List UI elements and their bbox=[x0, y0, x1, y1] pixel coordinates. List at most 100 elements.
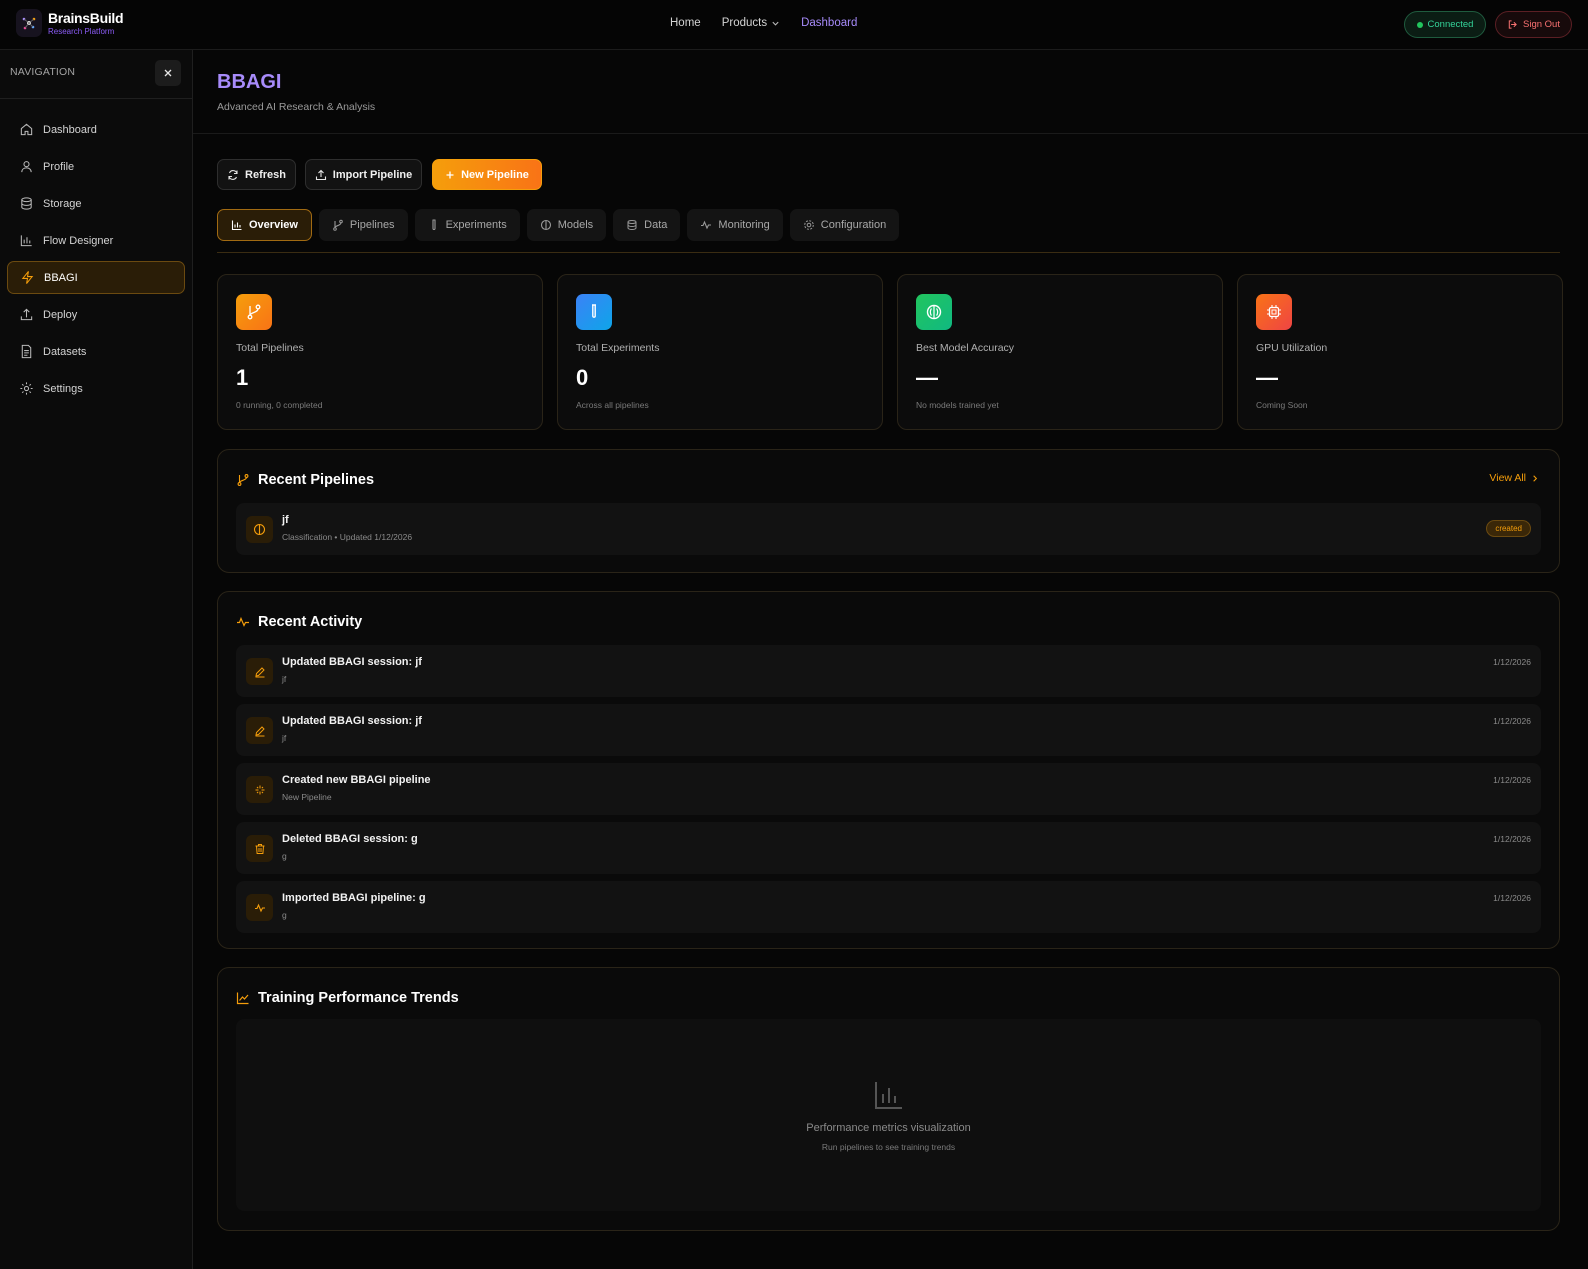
tab-label: Pipelines bbox=[349, 219, 395, 231]
sidebar-items: Dashboard Profile Storage Flow Designer … bbox=[0, 99, 192, 405]
stat-value: — bbox=[1256, 365, 1278, 390]
card-title-label: Training Performance Trends bbox=[258, 990, 459, 1006]
activity-sub: jf bbox=[282, 674, 287, 684]
new-pipeline-label: New Pipeline bbox=[461, 168, 529, 181]
file-icon bbox=[21, 344, 32, 359]
activity-sub: jf bbox=[282, 733, 287, 743]
stat-value: 1 bbox=[236, 365, 249, 390]
sign-out-label: Sign Out bbox=[1523, 19, 1560, 30]
brand-logo-icon bbox=[16, 9, 42, 37]
tab-configuration[interactable]: Configuration bbox=[789, 209, 900, 241]
activity-icon bbox=[701, 220, 712, 230]
recent-pipelines-title: Recent Pipelines bbox=[236, 472, 374, 488]
sidebar-header: NAVIGATION bbox=[0, 50, 192, 99]
database-icon bbox=[21, 197, 32, 210]
refresh-label: Refresh bbox=[245, 168, 286, 181]
connection-status-label: Connected bbox=[1427, 19, 1474, 30]
main-content: BBAGI Advanced AI Research & Analysis Re… bbox=[193, 50, 1588, 1269]
header-divider bbox=[193, 133, 1588, 134]
user-icon bbox=[21, 161, 32, 173]
new-pipeline-button[interactable]: New Pipeline bbox=[432, 159, 542, 190]
sidebar-item-bbagi[interactable]: BBAGI bbox=[7, 261, 185, 294]
bar-chart-icon bbox=[20, 235, 32, 247]
bar-chart-icon bbox=[875, 1082, 902, 1109]
activity-date: 1/12/2026 bbox=[1493, 657, 1531, 667]
view-all-link[interactable]: View All bbox=[1489, 472, 1539, 484]
stat-card-total-pipelines: Total Pipelines 1 0 running, 0 completed bbox=[217, 274, 543, 430]
nav-dashboard-link[interactable]: Dashboard bbox=[801, 17, 857, 29]
nav-products-menu[interactable]: Products bbox=[722, 17, 780, 29]
sidebar-item-dashboard[interactable]: Dashboard bbox=[7, 113, 185, 146]
tab-monitoring[interactable]: Monitoring bbox=[687, 209, 783, 241]
cpu-icon bbox=[1256, 294, 1292, 330]
stat-card-gpu-utilization: GPU Utilization — Coming Soon bbox=[1237, 274, 1563, 430]
activity-row[interactable]: Updated BBAGI session: jf jf 1/12/2026 bbox=[236, 645, 1541, 697]
brand-name: BrainsBuild bbox=[48, 9, 124, 26]
refresh-button[interactable]: Refresh bbox=[217, 159, 296, 190]
tab-pipelines[interactable]: Pipelines bbox=[318, 209, 408, 241]
sidebar-item-datasets[interactable]: Datasets bbox=[7, 335, 185, 368]
sidebar-item-flow-designer[interactable]: Flow Designer bbox=[7, 224, 185, 257]
tab-label: Experiments bbox=[445, 219, 507, 231]
upload-icon bbox=[315, 169, 326, 180]
brand-subtitle: Research Platform bbox=[48, 26, 115, 36]
sidebar-item-settings[interactable]: Settings bbox=[7, 372, 185, 405]
stat-note: 0 running, 0 completed bbox=[236, 400, 323, 410]
sidebar-item-label: Settings bbox=[43, 382, 83, 395]
training-chart-placeholder: Performance metrics visualization Run pi… bbox=[236, 1019, 1541, 1211]
plus-icon bbox=[446, 171, 454, 178]
sidebar-item-storage[interactable]: Storage bbox=[7, 187, 185, 220]
sidebar-close-button[interactable] bbox=[155, 60, 181, 86]
tab-models[interactable]: Models bbox=[526, 209, 607, 241]
brand[interactable]: BrainsBuild Research Platform bbox=[16, 9, 124, 37]
sidebar-item-profile[interactable]: Profile bbox=[7, 150, 185, 183]
activity-date: 1/12/2026 bbox=[1493, 716, 1531, 726]
tab-experiments[interactable]: Experiments bbox=[414, 209, 520, 241]
git-branch-icon bbox=[236, 294, 272, 330]
sign-out-button[interactable]: Sign Out bbox=[1495, 11, 1572, 38]
stat-card-total-experiments: Total Experiments 0 Across all pipelines bbox=[557, 274, 883, 430]
trash-icon bbox=[246, 835, 273, 862]
training-trends-card: Training Performance Trends Performance … bbox=[217, 967, 1560, 1231]
tabs-divider bbox=[217, 252, 1560, 253]
activity-sub: g bbox=[282, 851, 287, 861]
activity-row[interactable]: Imported BBAGI pipeline: g g 1/12/2026 bbox=[236, 881, 1541, 933]
tab-bar: Overview Pipelines Experiments Models Da… bbox=[217, 209, 900, 241]
bolt-icon bbox=[21, 271, 34, 284]
sidebar-item-label: BBAGI bbox=[44, 271, 78, 284]
test-tube-icon bbox=[576, 294, 612, 330]
line-chart-icon bbox=[236, 992, 249, 1005]
sidebar-item-label: Datasets bbox=[43, 345, 87, 358]
sidebar-item-label: Deploy bbox=[43, 308, 78, 321]
home-icon bbox=[20, 123, 33, 136]
database-icon bbox=[627, 220, 637, 231]
training-trends-title: Training Performance Trends bbox=[236, 990, 459, 1006]
activity-date: 1/12/2026 bbox=[1493, 893, 1531, 903]
activity-row[interactable]: Deleted BBAGI session: g g 1/12/2026 bbox=[236, 822, 1541, 874]
activity-row[interactable]: Created new BBAGI pipeline New Pipeline … bbox=[236, 763, 1541, 815]
stat-value: — bbox=[916, 365, 938, 390]
tab-label: Models bbox=[557, 219, 594, 231]
tab-overview[interactable]: Overview bbox=[217, 209, 312, 241]
activity-row[interactable]: Updated BBAGI session: jf jf 1/12/2026 bbox=[236, 704, 1541, 756]
activity-title: Updated BBAGI session: jf bbox=[282, 656, 422, 668]
recent-pipelines-card: Recent Pipelines View All jf Classificat… bbox=[217, 449, 1560, 573]
sidebar: NAVIGATION Dashboard Profile Storage Flo… bbox=[0, 50, 193, 1269]
stat-label: Total Experiments bbox=[576, 342, 660, 354]
pipeline-name: jf bbox=[282, 514, 289, 526]
sidebar-item-label: Storage bbox=[43, 197, 82, 210]
nav-home-link[interactable]: Home bbox=[670, 17, 701, 29]
sidebar-item-label: Dashboard bbox=[43, 123, 97, 136]
activity-sub: g bbox=[282, 910, 287, 920]
tab-data[interactable]: Data bbox=[613, 209, 681, 241]
edit-icon bbox=[246, 658, 273, 685]
tab-label: Configuration bbox=[820, 219, 887, 231]
activity-title: Imported BBAGI pipeline: g bbox=[282, 892, 426, 904]
sidebar-title: NAVIGATION bbox=[10, 66, 76, 78]
status-badge: created bbox=[1486, 520, 1531, 537]
sidebar-item-deploy[interactable]: Deploy bbox=[7, 298, 185, 331]
recent-activity-title: Recent Activity bbox=[236, 614, 362, 630]
pipeline-row[interactable]: jf Classification • Updated 1/12/2026 cr… bbox=[236, 503, 1541, 555]
activity-icon bbox=[237, 616, 249, 627]
import-pipeline-button[interactable]: Import Pipeline bbox=[305, 159, 422, 190]
